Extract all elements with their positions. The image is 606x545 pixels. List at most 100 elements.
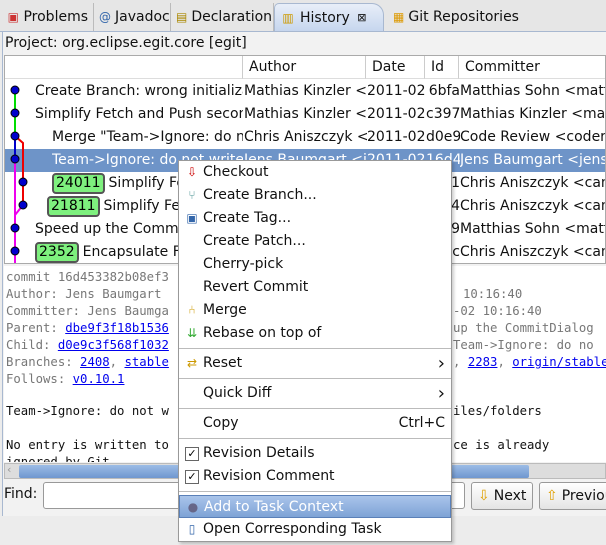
git-repositories-icon: ▦ [393,10,405,24]
cell-committer: Mathias Kinzler <mathias [460,103,606,126]
project-label: Project: org.eclipse.egit.core [egit] [5,35,247,51]
checkbox-checked-icon[interactable]: ✓ [184,468,200,484]
menu-item-create-branch[interactable]: ⑂ Create Branch... [179,184,451,207]
message-text: Speed up the Commit [35,221,188,237]
menu-item-checkout[interactable]: ⇩ Checkout [179,161,451,184]
menu-item-label: Rebase on top of [203,325,322,341]
child-message: Team->Ignore: do no [453,338,594,352]
message-text: Simplify Fe [108,175,185,191]
menu-item-add-to-task-context[interactable]: ● Add to Task Context [179,495,451,518]
comment-line: iles/folders [453,404,542,418]
menu-item-revision-comment[interactable]: ✓ Revision Comment [179,465,451,488]
ref-badge[interactable]: 21811 [47,196,100,217]
message-text: Merge "Team->Ignore: do not [52,129,243,145]
view-tab-bar: ▣ Problems @ Javadoc ▤ Declaration ▥ History… [0,0,606,32]
commit-line: commit 16d453382b08ef3 [6,270,169,284]
parent-message: up the CommitDialog [453,321,594,335]
column-header-committer[interactable]: Committer [459,56,605,79]
tab-git-repositories[interactable]: ▦ Git Repositories [388,3,519,31]
menu-item-merge[interactable]: ⑃ Merge [179,299,451,322]
menu-item-revision-details[interactable]: ✓ Revision Details [179,442,451,465]
column-header-author[interactable]: Author [243,56,366,79]
branch-link[interactable]: stable [124,355,168,369]
cell-committer: Code Review <codereview [460,126,606,149]
follows-label: Follows: [6,372,73,386]
follows-link[interactable]: v0.10.1 [73,372,125,386]
menu-item-quick-diff[interactable]: Quick Diff › [179,382,451,405]
column-header-id[interactable]: Id [425,56,459,79]
menu-item-rebase-on-top-of[interactable]: ⇊ Rebase on top of [179,322,451,345]
cell-message: Merge "Team->Ignore: do not [52,126,243,149]
id-text: 1 [451,175,460,191]
menu-item-create-tag[interactable]: ▣ Create Tag... [179,207,451,230]
checkbox-checked-icon[interactable]: ✓ [184,445,200,461]
cell-id: c397 [426,103,460,126]
menu-item-copy[interactable]: Copy Ctrl+C [179,412,451,435]
menu-item-label: Create Patch... [203,233,306,249]
comment-line: No entry is written to [6,438,169,452]
previous-button[interactable]: ⇧Previous [539,482,606,510]
committer-text: Matthias Sohn <matthias [460,221,605,237]
child-label: Child: [6,338,58,352]
branches-right: , 2283, origin/stable [453,354,606,371]
column-header-message[interactable] [5,56,243,79]
scroll-left-icon[interactable]: ‹ [7,463,11,476]
date-text: 2011-02 [367,83,426,99]
author-line: Author: Jens Baumgart [6,287,162,301]
author-text: Mathias Kinzler < [244,83,367,99]
ref-badge[interactable]: 24011 [52,173,105,194]
branch-link[interactable]: origin/stable [512,355,606,369]
commit-row[interactable]: Create Branch: wrong initializationMathi… [5,80,605,103]
parent-label: Parent: [6,321,66,335]
cell-author: Chris Aniszczyk < [244,126,367,149]
next-button[interactable]: ⇩ Next [471,482,533,510]
committer-text: Code Review <codereview [460,129,606,145]
cell-date: 2011-02 [367,103,426,126]
cell-committer: Jens Baumgart <jens.baumgart [460,149,605,172]
branch-link[interactable]: 2283 [468,355,498,369]
menu-separator [179,408,451,409]
menu-item-revert-commit[interactable]: Revert Commit [179,276,451,299]
branch-link[interactable]: 2408 [80,355,110,369]
cell-date: 2011-02 [367,126,426,149]
menu-item-create-patch[interactable]: Create Patch... [179,230,451,253]
cell-committer: Matthias Sohn <matthias [460,80,605,103]
tab-declaration[interactable]: ▤ Declaration [171,3,274,31]
commit-row[interactable]: Simplify Fetch and Push second Mathias Ki… [5,103,606,126]
date-text: 2011-02 [367,129,426,145]
problems-icon: ▣ [7,10,19,24]
committer-text: Mathias Kinzler <mathias [460,106,606,122]
author-text: Chris Aniszczyk < [244,129,367,145]
id-text: 4 [451,198,460,214]
tab-problems[interactable]: ▣ Problems [2,3,94,31]
branches-line: Branches: 2408, stable [6,355,169,369]
menu-item-label: Checkout [203,164,269,180]
tab-javadoc[interactable]: @ Javadoc [94,3,171,31]
committer-text: Chris Aniszczyk <caniszczyk [460,198,605,214]
commit-graph [10,85,28,263]
cell-author: Mathias Kinzler < [244,103,367,126]
committer-text: Jens Baumgart <jens.baumgart [460,152,605,168]
id-text: d0e9 [426,129,460,145]
close-icon[interactable]: ⊠ [354,10,370,26]
committer-time: -02 10:16:40 [453,304,542,318]
menu-item-label: Revert Commit [203,279,309,295]
shortcut-label: Ctrl+C [398,415,445,431]
parent-link[interactable]: dbe9f3f18b1536 [65,321,169,335]
menu-item-label: Copy [203,415,239,431]
tab-history[interactable]: ▥ History ⊠ [274,3,384,31]
menu-item-cherry-pick[interactable]: Cherry-pick [179,253,451,276]
parent-line: Parent: dbe9f3f18b1536 [6,320,169,337]
menu-item-reset[interactable]: ⇄ Reset › [179,352,451,375]
menu-item-open-corresponding-task[interactable]: ▯ Open Corresponding Task [179,518,451,541]
child-link[interactable]: d0e9c3f568f1032 [58,338,169,352]
menu-item-label: Create Tag... [203,210,292,226]
commit-row[interactable]: Merge "Team->Ignore: do not Chris Aniszcz… [5,126,606,149]
menu-item-label: Revision Comment [203,468,335,484]
task-icon: ▯ [188,522,196,536]
arrow-down-icon: ⇩ [478,488,490,504]
comment-line: ce is already [453,438,550,452]
child-line: Child: d0e9c3f568f1032 [6,337,169,354]
column-header-date[interactable]: Date [366,56,425,79]
menu-separator [179,348,451,349]
